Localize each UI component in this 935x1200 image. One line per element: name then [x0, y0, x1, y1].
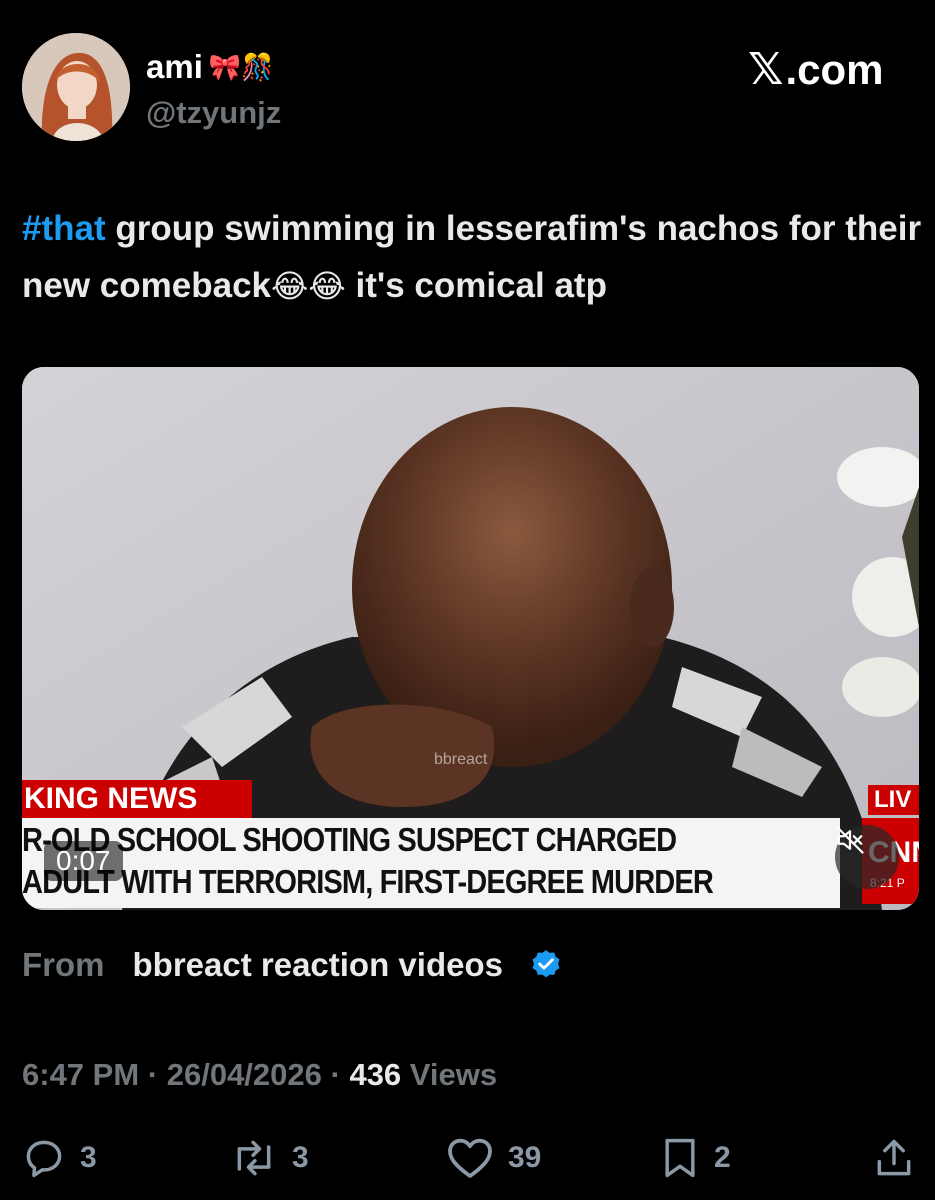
author-display-name[interactable]: ami — [146, 48, 203, 86]
laughing-emojis: 😂😂 — [271, 268, 346, 304]
name-emojis: 🎀🎊 — [208, 52, 274, 82]
repost-count: 3 — [292, 1141, 309, 1174]
breaking-news-label: KING NEWS — [22, 780, 252, 818]
author-display-name-row[interactable]: ami 🎀🎊 — [146, 48, 274, 86]
tweet-text-part2: it's comical atp — [345, 266, 607, 305]
brand-text: .com — [785, 45, 884, 93]
repost-button[interactable]: 3 — [230, 1136, 309, 1180]
source-name-link[interactable]: bbreact reaction videos — [133, 946, 503, 984]
reply-icon — [26, 1140, 62, 1178]
repost-icon — [237, 1140, 271, 1176]
x-logo-icon: 𝕏 — [748, 44, 784, 95]
video-player[interactable]: bbreact KING NEWS R-OLD SCHOOL SHOOTING … — [22, 367, 919, 910]
avatar-image — [22, 33, 130, 141]
bookmark-icon — [665, 1138, 695, 1178]
video-timer: 0:07 — [44, 841, 123, 881]
headline-line-2: ADULT WITH TERRORISM, FIRST-DEGREE MURDE… — [22, 863, 714, 900]
hashtag-link[interactable]: #that — [22, 209, 106, 248]
share-icon — [877, 1139, 911, 1176]
speaker-muted-icon — [836, 826, 864, 854]
like-button[interactable]: 39 — [446, 1136, 541, 1180]
tweet-time[interactable]: 6:47 PM — [22, 1057, 139, 1092]
mute-button[interactable] — [835, 825, 899, 889]
verified-badge-icon — [532, 950, 560, 978]
avatar[interactable] — [22, 33, 130, 141]
meta-separator-2: · — [321, 1057, 350, 1092]
share-button[interactable] — [872, 1136, 916, 1180]
video-watermark: bbreact — [434, 751, 488, 768]
views-label: Views — [401, 1057, 498, 1092]
brand-label: 𝕏 .com — [748, 44, 883, 95]
tweet-text: #that group swimming in lesserafim's nac… — [22, 200, 922, 315]
heart-icon — [448, 1138, 492, 1178]
from-label: From — [22, 946, 105, 983]
video-source: From bbreact reaction videos — [22, 946, 563, 984]
live-tag: LIV — [868, 785, 919, 815]
author-handle[interactable]: @tzyunjz — [146, 95, 281, 131]
reply-button[interactable]: 3 — [22, 1136, 97, 1180]
bookmark-button[interactable]: 2 — [660, 1136, 731, 1180]
tweet-date[interactable]: 26/04/2026 — [167, 1057, 322, 1092]
meta-separator-1: · — [139, 1057, 167, 1092]
views-count: 436 — [349, 1057, 402, 1092]
like-count: 39 — [508, 1141, 542, 1174]
reply-count: 3 — [80, 1141, 97, 1174]
tweet-meta: 6:47 PM · 26/04/2026 · 436 Views — [22, 1057, 497, 1093]
bookmark-count: 2 — [714, 1141, 731, 1174]
